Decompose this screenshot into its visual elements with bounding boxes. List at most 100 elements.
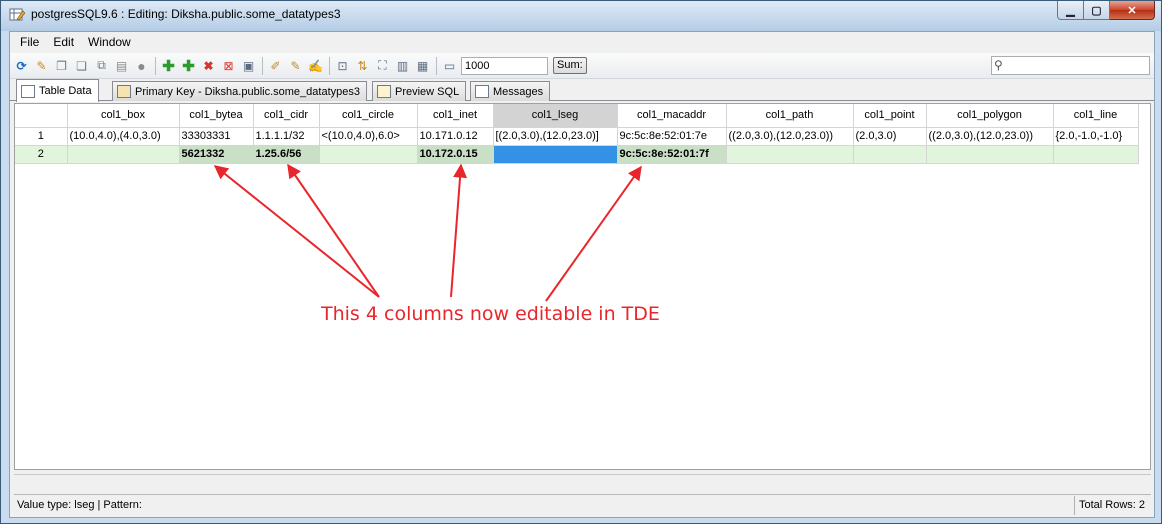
column-header[interactable]: col1_inet <box>417 104 494 128</box>
view-icon[interactable]: ⊡ <box>334 57 351 74</box>
grid-cell[interactable]: 1.1.1.1/32 <box>253 127 320 146</box>
grid-cell-selected[interactable] <box>493 145 618 164</box>
grid-cell[interactable] <box>726 145 854 164</box>
close-button[interactable]: ✕ <box>1110 1 1155 20</box>
tab-primary-key[interactable]: Primary Key - Diksha.public.some_datatyp… <box>112 81 367 101</box>
clipboard-icon[interactable]: ▤ <box>113 57 130 74</box>
messages-icon <box>475 85 489 98</box>
search-icon: ⚲ <box>994 58 1003 72</box>
sql-preview-icon <box>377 85 391 98</box>
app-window: postgresSQL9.6 : Editing: Diksha.public.… <box>0 0 1162 524</box>
insert-row-icon[interactable]: ✚ <box>160 57 177 75</box>
title-bar[interactable]: postgresSQL9.6 : Editing: Diksha.public.… <box>1 1 1161 29</box>
tab-label: Primary Key - Diksha.public.some_datatyp… <box>135 85 360 98</box>
minimize-icon: ▁ <box>1066 4 1075 17</box>
status-bar: Value type: lseg | Pattern: Total Rows: … <box>14 494 1151 516</box>
column-header[interactable]: col1_point <box>853 104 927 128</box>
paste-rows-icon[interactable]: ❏ <box>73 57 90 74</box>
tab-label: Preview SQL <box>395 85 460 98</box>
row-number-header <box>15 104 68 128</box>
tab-label: Table Data <box>39 85 92 97</box>
sort-icon[interactable]: ⇅ <box>354 57 371 74</box>
note-edit-icon[interactable]: ✎ <box>287 57 304 74</box>
column-header[interactable]: col1_box <box>67 104 180 128</box>
annotation-text: This 4 columns now editable in TDE <box>321 303 660 325</box>
column-header[interactable]: col1_polygon <box>926 104 1054 128</box>
data-grid[interactable]: col1_box col1_bytea col1_cidr col1_circl… <box>14 103 1151 470</box>
column-header[interactable]: col1_bytea <box>179 104 254 128</box>
tab-messages[interactable]: Messages <box>470 81 551 101</box>
column-icon[interactable]: ▥ <box>394 57 411 74</box>
horizontal-scrollbar[interactable] <box>14 474 1151 494</box>
grid-cell[interactable]: ((2.0,3.0),(12.0,23.0)) <box>726 127 854 146</box>
duplicate-icon[interactable]: ⧉ <box>93 57 110 74</box>
table-row: 1 (10.0,4.0),(4.0,3.0) 33303331 1.1.1.1/… <box>15 127 1139 146</box>
grid-cell[interactable] <box>1053 145 1139 164</box>
column-header[interactable]: col1_path <box>726 104 854 128</box>
toolbar: ⟳ ✎ ❐ ❏ ⧉ ▤ ● ✚ ✚ ✖ ⊠ ▣ ✐ ✎ ✍ ⊡ ⇅ ⛶ ▥ ▦ … <box>10 53 1154 79</box>
format-icon[interactable]: ✐ <box>267 57 284 74</box>
grid-cell[interactable] <box>319 145 418 164</box>
grid-header-row: col1_box col1_bytea col1_cidr col1_circl… <box>15 104 1139 128</box>
menu-file[interactable]: File <box>13 32 46 53</box>
grid-cell[interactable] <box>67 145 180 164</box>
grid-cell-edited[interactable]: 10.172.0.15 <box>417 145 494 164</box>
grid-cell[interactable]: 10.171.0.12 <box>417 127 494 146</box>
add-row-icon[interactable]: ✚ <box>180 57 197 75</box>
tab-label: Messages <box>493 85 544 98</box>
grid-cell-edited[interactable]: 5621332 <box>179 145 254 164</box>
grid-cell-edited[interactable]: 9c:5c:8e:52:01:7f <box>617 145 727 164</box>
grid-cell[interactable]: 9c:5c:8e:52:01:7e <box>617 127 727 146</box>
column-header[interactable]: col1_line <box>1053 104 1139 128</box>
status-total-rows: Total Rows: 2 <box>1073 496 1149 515</box>
row-number[interactable]: 1 <box>15 127 68 146</box>
grid-cell-edited[interactable]: 1.25.6/56 <box>253 145 320 164</box>
column-header-selected[interactable]: col1_lseg <box>493 104 618 128</box>
script-icon[interactable]: ✍ <box>307 57 324 74</box>
grid-cell[interactable]: (2.0,3.0) <box>853 127 927 146</box>
discard-icon[interactable]: ⊠ <box>220 57 237 74</box>
sum-button[interactable]: Sum: <box>553 57 587 74</box>
column-header[interactable]: col1_circle <box>319 104 418 128</box>
grid-cell[interactable]: [(2.0,3.0),(12.0,23.0)] <box>493 127 618 146</box>
save-changes-icon[interactable]: ▣ <box>240 57 257 74</box>
limit-rows-icon[interactable]: ▭ <box>441 57 458 74</box>
toolbar-separator <box>155 56 156 75</box>
row-limit-input[interactable] <box>461 56 548 75</box>
close-icon: ✕ <box>1127 4 1137 17</box>
refresh-icon[interactable]: ⟳ <box>13 57 30 74</box>
row-number[interactable]: 2 <box>15 145 68 164</box>
toolbar-separator <box>262 56 263 75</box>
grid-cell[interactable]: <(10.0,4.0),6.0> <box>319 127 418 146</box>
edit-pencil-icon[interactable]: ✎ <box>33 57 50 74</box>
filter-icon[interactable]: ⛶ <box>374 57 391 74</box>
menu-bar: File Edit Window <box>10 32 1154 53</box>
tab-table-data[interactable]: Table Data <box>16 79 99 102</box>
maximize-button[interactable]: ▢ <box>1084 1 1110 20</box>
copy-rows-icon[interactable]: ❐ <box>53 57 70 74</box>
column-header[interactable]: col1_macaddr <box>617 104 727 128</box>
grid-cell[interactable]: ((2.0,3.0),(12.0,23.0)) <box>926 127 1054 146</box>
grid-cell[interactable] <box>926 145 1054 164</box>
key-table-icon <box>117 85 131 98</box>
grid-cell[interactable]: (10.0,4.0),(4.0,3.0) <box>67 127 180 146</box>
toolbar-separator <box>329 56 330 75</box>
menu-edit[interactable]: Edit <box>46 32 81 53</box>
delete-row-icon[interactable]: ✖ <box>200 57 217 74</box>
stop-icon[interactable]: ● <box>133 57 150 74</box>
menu-window[interactable]: Window <box>81 32 138 53</box>
toolbar-separator <box>436 56 437 75</box>
search-input[interactable] <box>1010 58 1147 73</box>
table-edit-icon <box>9 8 25 21</box>
editor-client-area: File Edit Window ⟳ ✎ ❐ ❏ ⧉ ▤ ● ✚ ✚ ✖ ⊠ ▣… <box>9 31 1155 518</box>
minimize-button[interactable]: ▁ <box>1057 1 1084 20</box>
form-view-icon[interactable]: ▦ <box>414 57 431 74</box>
grid-cell[interactable] <box>853 145 927 164</box>
grid-cell[interactable]: {2.0,-1.0,-1.0} <box>1053 127 1139 146</box>
tab-preview-sql[interactable]: Preview SQL <box>372 81 467 101</box>
search-box[interactable]: ⚲ <box>991 56 1150 75</box>
maximize-icon: ▢ <box>1091 4 1102 17</box>
column-header[interactable]: col1_cidr <box>253 104 320 128</box>
grid-cell[interactable]: 33303331 <box>179 127 254 146</box>
window-title: postgresSQL9.6 : Editing: Diksha.public.… <box>31 7 341 21</box>
